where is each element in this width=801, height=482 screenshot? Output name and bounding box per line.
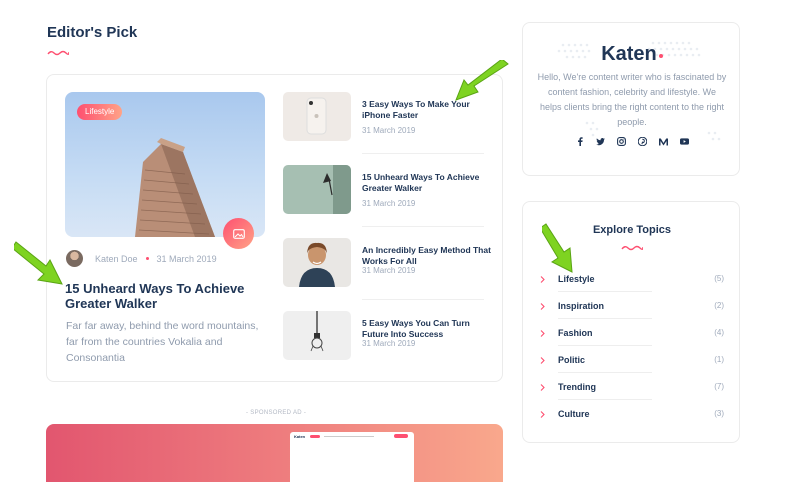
- post-title[interactable]: An Incredibly Easy Method That Works For…: [362, 245, 492, 267]
- topic-label[interactable]: Politic: [558, 355, 585, 365]
- medium-icon[interactable]: [659, 137, 668, 146]
- topic-label[interactable]: Inspiration: [558, 301, 604, 311]
- post-date: 31 March 2019: [156, 253, 217, 264]
- divider: [362, 153, 484, 154]
- site-logo-text: Katen: [601, 43, 657, 65]
- twitter-icon[interactable]: [596, 137, 605, 146]
- divider: [362, 226, 484, 227]
- topic-item-trending[interactable]: Trending (7): [538, 381, 724, 408]
- ad-mock-nav: [324, 436, 374, 437]
- ad-mock-button: [394, 434, 408, 438]
- post-thumbnail-lamp[interactable]: [283, 165, 351, 214]
- image-icon: [232, 228, 245, 239]
- section-title: Editor's Pick: [47, 24, 138, 41]
- topic-count: (1): [714, 355, 724, 364]
- topic-item-politic[interactable]: Politic (1): [538, 354, 724, 381]
- ad-site-mockup: Katen: [290, 432, 414, 482]
- divider: [362, 299, 484, 300]
- topic-item-culture[interactable]: Culture (3): [538, 408, 724, 435]
- woman-image: [299, 242, 335, 287]
- divider: [558, 399, 652, 400]
- facebook-icon[interactable]: [575, 137, 584, 146]
- post-thumbnail-bulb[interactable]: [283, 311, 351, 360]
- topic-label[interactable]: Lifestyle: [558, 274, 595, 284]
- title-wave-decoration: [47, 50, 69, 56]
- divider: [558, 372, 652, 373]
- topic-label[interactable]: Culture: [558, 409, 590, 419]
- featured-post-meta: Katen Doe 31 March 2019: [66, 250, 217, 267]
- post-date: 31 March 2019: [362, 266, 416, 275]
- chevron-right-icon: [540, 411, 545, 418]
- list-item: 15 Unheard Ways To Achieve Greater Walke…: [283, 165, 484, 227]
- lightbulb-image: [310, 311, 324, 352]
- logo-dot: [658, 54, 663, 58]
- chevron-right-icon: [540, 330, 545, 337]
- category-badge[interactable]: Lifestyle: [77, 104, 123, 120]
- topic-item-fashion[interactable]: Fashion (4): [538, 327, 724, 354]
- topic-item-lifestyle[interactable]: Lifestyle (5): [538, 273, 724, 300]
- author-name[interactable]: Katen Doe: [95, 254, 138, 264]
- chevron-right-icon: [540, 357, 545, 364]
- iphone-image: [306, 97, 327, 135]
- post-title[interactable]: 5 Easy Ways You Can Turn Future Into Suc…: [362, 318, 492, 340]
- instagram-icon[interactable]: [617, 137, 626, 146]
- pinterest-icon[interactable]: [638, 137, 647, 146]
- sponsored-ad-label: - SPONSORED AD -: [246, 410, 307, 416]
- post-date: 31 March 2019: [362, 126, 416, 135]
- divider: [558, 291, 652, 292]
- about-widget: Katen Hello, We're content writer who is…: [522, 22, 740, 176]
- title-wave-decoration: [621, 245, 643, 251]
- chevron-right-icon: [540, 276, 545, 283]
- meta-separator-dot: [145, 257, 149, 260]
- list-item: An Incredibly Easy Method That Works For…: [283, 238, 491, 300]
- post-format-button[interactable]: [223, 218, 254, 249]
- post-thumbnail-iphone[interactable]: [283, 92, 351, 141]
- sponsored-ad-banner[interactable]: Katen: [46, 424, 503, 482]
- author-avatar: [66, 250, 83, 267]
- featured-post-excerpt: Far far away, behind the word mountains,…: [66, 320, 259, 364]
- topic-count: (7): [714, 382, 724, 391]
- topic-count: (2): [714, 301, 724, 310]
- divider: [558, 345, 652, 346]
- ad-mock-nav-pill: [310, 435, 320, 438]
- divider: [558, 318, 652, 319]
- topic-count: (4): [714, 328, 724, 337]
- lamp-image: [323, 165, 351, 214]
- topic-count: (3): [714, 409, 724, 418]
- chevron-right-icon: [540, 384, 545, 391]
- site-logo[interactable]: Katen: [523, 43, 739, 66]
- green-arrow-annotation-post: [455, 60, 509, 101]
- post-date: 31 March 2019: [362, 199, 416, 208]
- about-text: Hello, We're content writer who is fasci…: [537, 72, 727, 127]
- list-item: 5 Easy Ways You Can Turn Future Into Suc…: [283, 311, 483, 373]
- chevron-right-icon: [540, 303, 545, 310]
- social-icons: [523, 137, 739, 146]
- ad-mock-brand: Katen: [294, 434, 306, 439]
- topic-count: (5): [714, 274, 724, 283]
- featured-post-title[interactable]: 15 Unheard Ways To Achieve Greater Walke…: [65, 281, 265, 311]
- topic-item-inspiration[interactable]: Inspiration (2): [538, 300, 724, 327]
- topic-label[interactable]: Trending: [558, 382, 596, 392]
- post-title[interactable]: 15 Unheard Ways To Achieve Greater Walke…: [362, 172, 492, 194]
- post-thumbnail-woman[interactable]: [283, 238, 351, 287]
- green-arrow-annotation-featured: [14, 241, 63, 285]
- youtube-icon[interactable]: [680, 137, 689, 146]
- topic-label[interactable]: Fashion: [558, 328, 593, 338]
- post-date: 31 March 2019: [362, 339, 416, 348]
- green-arrow-annotation-topic: [542, 223, 573, 273]
